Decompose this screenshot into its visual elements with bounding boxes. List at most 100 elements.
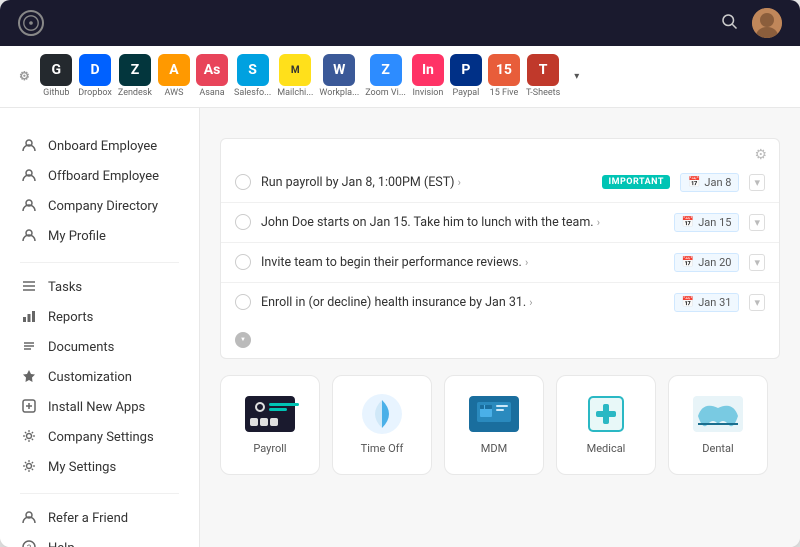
view-more-icon: [235, 332, 251, 348]
installed-app-medical[interactable]: Medical: [556, 375, 656, 475]
sidebar-item-company-directory[interactable]: Company Directory: [0, 192, 199, 222]
avatar[interactable]: [752, 8, 782, 38]
sso-app-label: Zendesk: [118, 88, 152, 99]
app-card-icon-wrap: [469, 394, 519, 434]
sidebar-icon: [20, 198, 38, 216]
todo-dropdown[interactable]: ▾: [749, 174, 765, 191]
sso-app-github[interactable]: GGithub: [40, 54, 72, 99]
sidebar-item-label: Reports: [48, 310, 93, 325]
sso-app-label: Zoom Vi...: [365, 88, 406, 99]
content-area: ⚙ Run payroll by Jan 8, 1:00PM (EST) › I…: [200, 108, 800, 547]
sso-app-label: AWS: [165, 88, 184, 99]
sso-app-paypal[interactable]: PPaypal: [450, 54, 482, 99]
todo-dropdown[interactable]: ▾: [749, 294, 765, 311]
sidebar-item-offboard-employee[interactable]: Offboard Employee: [0, 162, 199, 192]
sidebar-divider-2: [20, 493, 179, 494]
app-card-icon-wrap: [245, 394, 295, 434]
sso-app-zoom-video...[interactable]: ZZoom Vi...: [365, 54, 406, 99]
sidebar-item-my-settings[interactable]: My Settings: [0, 453, 199, 483]
sso-app-label: Asana: [199, 88, 224, 99]
sidebar-item-help[interactable]: ?Help: [0, 534, 199, 547]
sidebar-item-tasks[interactable]: Tasks: [0, 273, 199, 303]
sidebar-icon: [20, 369, 38, 387]
sso-app-15-five[interactable]: 1515 Five: [488, 54, 520, 99]
sso-app-label: Mailchi...: [277, 88, 313, 99]
todo-date-text: Jan 15: [698, 216, 731, 229]
topbar-left: [18, 10, 54, 36]
todo-checkbox[interactable]: [235, 174, 251, 190]
installed-app-time-off[interactable]: Time Off: [332, 375, 432, 475]
timeoff-icon: [360, 392, 404, 436]
show-more-button[interactable]: ▾: [574, 71, 581, 82]
topbar-right: [720, 8, 782, 38]
sidebar-icon: [20, 399, 38, 417]
search-button[interactable]: [720, 12, 738, 34]
view-more-row[interactable]: [221, 322, 779, 358]
todo-card: ⚙ Run payroll by Jan 8, 1:00PM (EST) › I…: [220, 138, 780, 359]
calendar-icon: 📅: [682, 257, 694, 268]
sso-app-label: Github: [43, 88, 69, 99]
app-card-icon-wrap: [357, 394, 407, 434]
sso-app-workplace-by...[interactable]: WWorkpla...: [319, 54, 359, 99]
sidebar-item-my-profile[interactable]: My Profile: [0, 222, 199, 252]
todo-date: 📅 Jan 15: [674, 213, 740, 232]
todo-settings-icon[interactable]: ⚙: [754, 147, 767, 163]
sidebar-item-onboard-employee[interactable]: Onboard Employee: [0, 132, 199, 162]
calendar-icon: 📅: [682, 217, 694, 228]
todo-dropdown[interactable]: ▾: [749, 254, 765, 271]
sidebar-group1: Onboard EmployeeOffboard Employee Company…: [0, 132, 199, 252]
installed-app-mdm[interactable]: MDM: [444, 375, 544, 475]
todo-card-header: ⚙: [221, 139, 779, 163]
sidebar-group2: Tasks Reports Documents Customization Instal…: [0, 273, 199, 483]
sidebar-item-company-settings[interactable]: Company Settings: [0, 423, 199, 453]
todo-checkbox[interactable]: [235, 214, 251, 230]
sidebar-item-customization[interactable]: Customization: [0, 363, 199, 393]
todo-item-text: Run payroll by Jan 8, 1:00PM (EST) ›: [261, 175, 592, 190]
sso-app-label: Invision: [412, 88, 443, 99]
sso-app-label: Salesfo...: [234, 88, 271, 99]
todo-items: Run payroll by Jan 8, 1:00PM (EST) › IMP…: [221, 163, 779, 322]
sso-app-asana[interactable]: AsAsana: [196, 54, 228, 99]
todo-item[interactable]: Run payroll by Jan 8, 1:00PM (EST) › IMP…: [221, 163, 779, 203]
todo-item-text: Invite team to begin their performance r…: [261, 255, 664, 270]
sidebar-item-install-new-apps[interactable]: Install New Apps: [0, 393, 199, 423]
sidebar-item-refer-a-friend[interactable]: Refer a Friend: [0, 504, 199, 534]
sso-app-invision[interactable]: InInvision: [412, 54, 444, 99]
calendar-icon: 📅: [682, 297, 694, 308]
todo-checkbox[interactable]: [235, 294, 251, 310]
sso-bar: ⚙ GGithubDDropboxZZendeskAAWSAsAsanaSSal…: [0, 46, 800, 108]
sidebar-item-label: Company Directory: [48, 199, 158, 214]
app-card-label: Payroll: [253, 442, 286, 455]
sso-app-label: Dropbox: [78, 88, 112, 99]
app-card-label: Time Off: [361, 442, 404, 455]
sso-settings-icon[interactable]: ⚙: [19, 69, 30, 83]
sso-app-t-sheets[interactable]: TT-Sheets: [526, 54, 560, 99]
todo-item[interactable]: John Doe starts on Jan 15. Take him to l…: [221, 203, 779, 243]
sidebar-item-reports[interactable]: Reports: [0, 303, 199, 333]
sso-app-salesforce[interactable]: SSalesfo...: [234, 54, 271, 99]
sso-app-zendesk[interactable]: ZZendesk: [118, 54, 152, 99]
todo-item[interactable]: Enroll in (or decline) health insurance …: [221, 283, 779, 322]
todo-date: 📅 Jan 31: [674, 293, 740, 312]
sidebar-icon: [20, 168, 38, 186]
todo-badge: IMPORTANT: [602, 175, 669, 189]
todo-dropdown[interactable]: ▾: [749, 214, 765, 231]
app-card-icon-wrap: [693, 394, 743, 434]
sidebar-item-documents[interactable]: Documents: [0, 333, 199, 363]
installed-app-payroll[interactable]: Payroll: [220, 375, 320, 475]
sidebar-item-label: My Settings: [48, 460, 116, 475]
sso-app-dropbox[interactable]: DDropbox: [78, 54, 112, 99]
sidebar-icon: [20, 429, 38, 447]
sidebar-icon: [20, 510, 38, 528]
sidebar-item-label: Customization: [48, 370, 132, 385]
sidebar-icon: [20, 279, 38, 297]
todo-item[interactable]: Invite team to begin their performance r…: [221, 243, 779, 283]
installed-app-dental[interactable]: Dental: [668, 375, 768, 475]
todo-checkbox[interactable]: [235, 254, 251, 270]
sidebar-icon: [20, 309, 38, 327]
installed-apps-row: Payroll Time Off MDM: [220, 375, 780, 475]
app-card-label: Medical: [587, 442, 626, 455]
sso-app-mailchimp[interactable]: MMailchi...: [277, 54, 313, 99]
sso-app-label: Paypal: [453, 88, 480, 99]
sso-app-aws[interactable]: AAWS: [158, 54, 190, 99]
